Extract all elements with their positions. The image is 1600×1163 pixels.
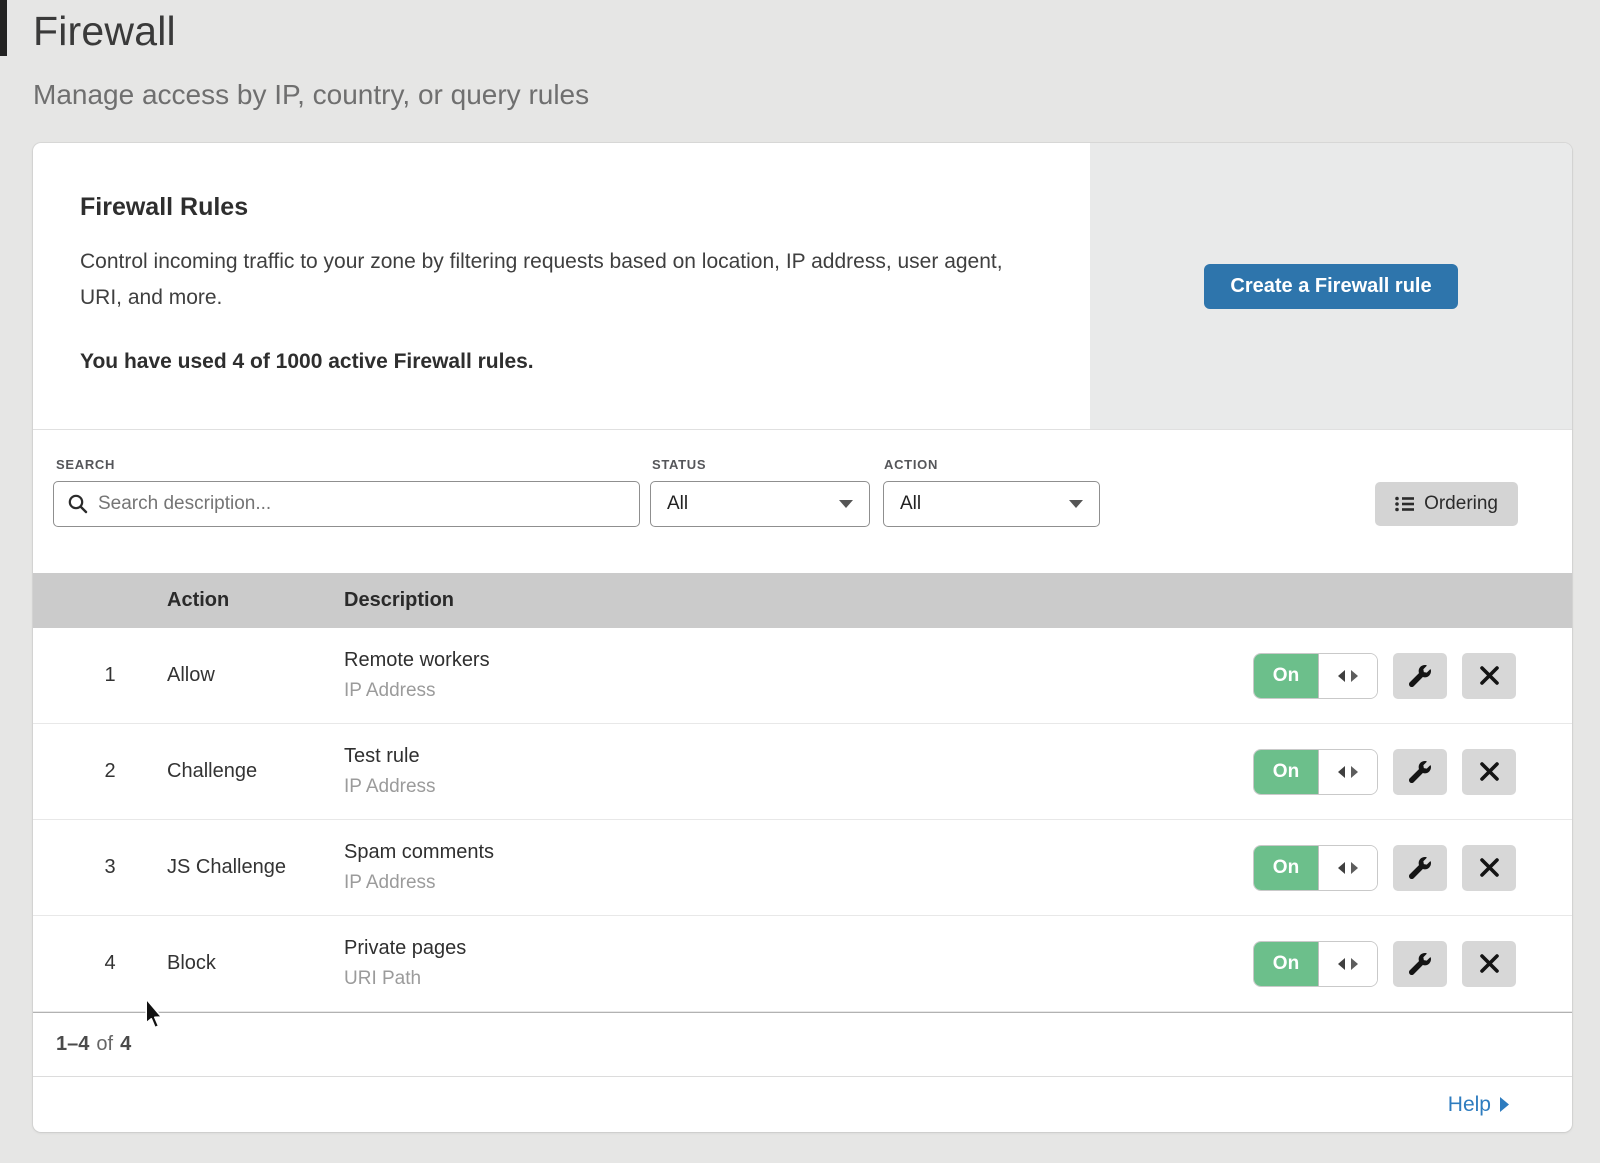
close-icon [1480, 954, 1499, 973]
rule-field: IP Address [344, 680, 1252, 702]
ordering-button[interactable]: Ordering [1375, 482, 1518, 526]
filters-bar: SEARCH STATUS All ACTION All Ordering [33, 430, 1572, 573]
table-row: 4 Block Private pages URI Path On [33, 916, 1572, 1012]
help-link-label: Help [1448, 1093, 1491, 1117]
overview-section: Firewall Rules Control incoming traffic … [33, 143, 1572, 430]
pagination-of: of [96, 1033, 113, 1056]
create-firewall-rule-button[interactable]: Create a Firewall rule [1204, 264, 1457, 309]
rule-action: Challenge [167, 760, 344, 783]
toggle-on-label[interactable]: On [1254, 942, 1319, 986]
search-label: SEARCH [56, 457, 115, 472]
status-select[interactable]: All [650, 481, 870, 527]
edit-rule-button[interactable] [1393, 941, 1447, 987]
list-icon [1395, 496, 1414, 512]
rule-description: Remote workers [344, 649, 1252, 672]
toggle-drag-handle[interactable] [1319, 654, 1377, 698]
toggle-drag-handle[interactable] [1319, 846, 1377, 890]
left-right-arrows-icon [1337, 861, 1359, 875]
wrench-icon [1409, 761, 1431, 783]
action-select[interactable]: All [883, 481, 1100, 527]
page-subtitle: Manage access by IP, country, or query r… [33, 79, 1553, 111]
pagination-range: 1–4 [56, 1033, 89, 1056]
chevron-down-icon [839, 500, 853, 508]
left-right-arrows-icon [1337, 765, 1359, 779]
rule-priority: 4 [33, 952, 167, 975]
toggle-drag-handle[interactable] [1319, 942, 1377, 986]
edit-rule-button[interactable] [1393, 653, 1447, 699]
delete-rule-button[interactable] [1462, 749, 1516, 795]
pagination-total: 4 [120, 1033, 131, 1056]
toggle-on-label[interactable]: On [1254, 846, 1319, 890]
close-icon [1480, 762, 1499, 781]
toggle-drag-handle[interactable] [1319, 750, 1377, 794]
wrench-icon [1409, 665, 1431, 687]
left-right-arrows-icon [1337, 669, 1359, 683]
usage-summary: You have used 4 of 1000 active Firewall … [80, 350, 1030, 374]
page-title: Firewall [33, 8, 1553, 55]
overview-text-block: Firewall Rules Control incoming traffic … [33, 143, 1090, 429]
section-heading: Firewall Rules [80, 193, 1030, 222]
table-header: Action Description [33, 573, 1572, 628]
rule-controls: On [1252, 845, 1572, 891]
rule-enabled-toggle[interactable]: On [1253, 749, 1378, 795]
rule-priority: 1 [33, 664, 167, 687]
action-label: ACTION [884, 457, 938, 472]
help-link[interactable]: Help [1448, 1093, 1510, 1117]
wrench-icon [1409, 857, 1431, 879]
rule-field: URI Path [344, 968, 1252, 990]
table-row: 1 Allow Remote workers IP Address On [33, 628, 1572, 724]
chevron-down-icon [1069, 500, 1083, 508]
delete-rule-button[interactable] [1462, 941, 1516, 987]
rule-controls: On [1252, 653, 1572, 699]
rule-enabled-toggle[interactable]: On [1253, 845, 1378, 891]
rule-enabled-toggle[interactable]: On [1253, 653, 1378, 699]
action-column-header: Action [167, 589, 344, 612]
toggle-on-label[interactable]: On [1254, 654, 1319, 698]
status-selected-value: All [667, 493, 688, 515]
toggle-on-label[interactable]: On [1254, 750, 1319, 794]
rule-field: IP Address [344, 872, 1252, 894]
pagination-bar: 1–4 of 4 [33, 1012, 1572, 1076]
rule-controls: On [1252, 749, 1572, 795]
rule-description: Spam comments [344, 841, 1252, 864]
rule-description: Private pages [344, 937, 1252, 960]
page-header: Firewall Manage access by IP, country, o… [33, 0, 1553, 111]
delete-rule-button[interactable] [1462, 845, 1516, 891]
status-label: STATUS [652, 457, 706, 472]
search-input[interactable] [53, 481, 640, 527]
search-icon [67, 493, 89, 515]
arrow-right-icon [1500, 1097, 1510, 1112]
rule-field: IP Address [344, 776, 1252, 798]
rule-action: JS Challenge [167, 856, 344, 879]
edit-rule-button[interactable] [1393, 845, 1447, 891]
edit-rule-button[interactable] [1393, 749, 1447, 795]
rule-priority: 2 [33, 760, 167, 783]
table-row: 2 Challenge Test rule IP Address On [33, 724, 1572, 820]
rule-action: Block [167, 952, 344, 975]
overview-action-panel: Create a Firewall rule [1090, 143, 1572, 429]
firewall-rules-card: Firewall Rules Control incoming traffic … [33, 143, 1572, 1132]
wrench-icon [1409, 953, 1431, 975]
description-column-header: Description [344, 589, 1572, 612]
rule-action: Allow [167, 664, 344, 687]
close-icon [1480, 858, 1499, 877]
left-right-arrows-icon [1337, 957, 1359, 971]
table-row: 3 JS Challenge Spam comments IP Address … [33, 820, 1572, 916]
action-selected-value: All [900, 493, 921, 515]
window-edge-artifact [0, 0, 7, 56]
close-icon [1480, 666, 1499, 685]
section-description: Control incoming traffic to your zone by… [80, 244, 1030, 316]
delete-rule-button[interactable] [1462, 653, 1516, 699]
help-bar: Help [33, 1076, 1572, 1132]
search-field-wrap [53, 481, 640, 527]
rule-controls: On [1252, 941, 1572, 987]
rule-enabled-toggle[interactable]: On [1253, 941, 1378, 987]
rule-description: Test rule [344, 745, 1252, 768]
rule-priority: 3 [33, 856, 167, 879]
ordering-button-label: Ordering [1424, 493, 1498, 515]
